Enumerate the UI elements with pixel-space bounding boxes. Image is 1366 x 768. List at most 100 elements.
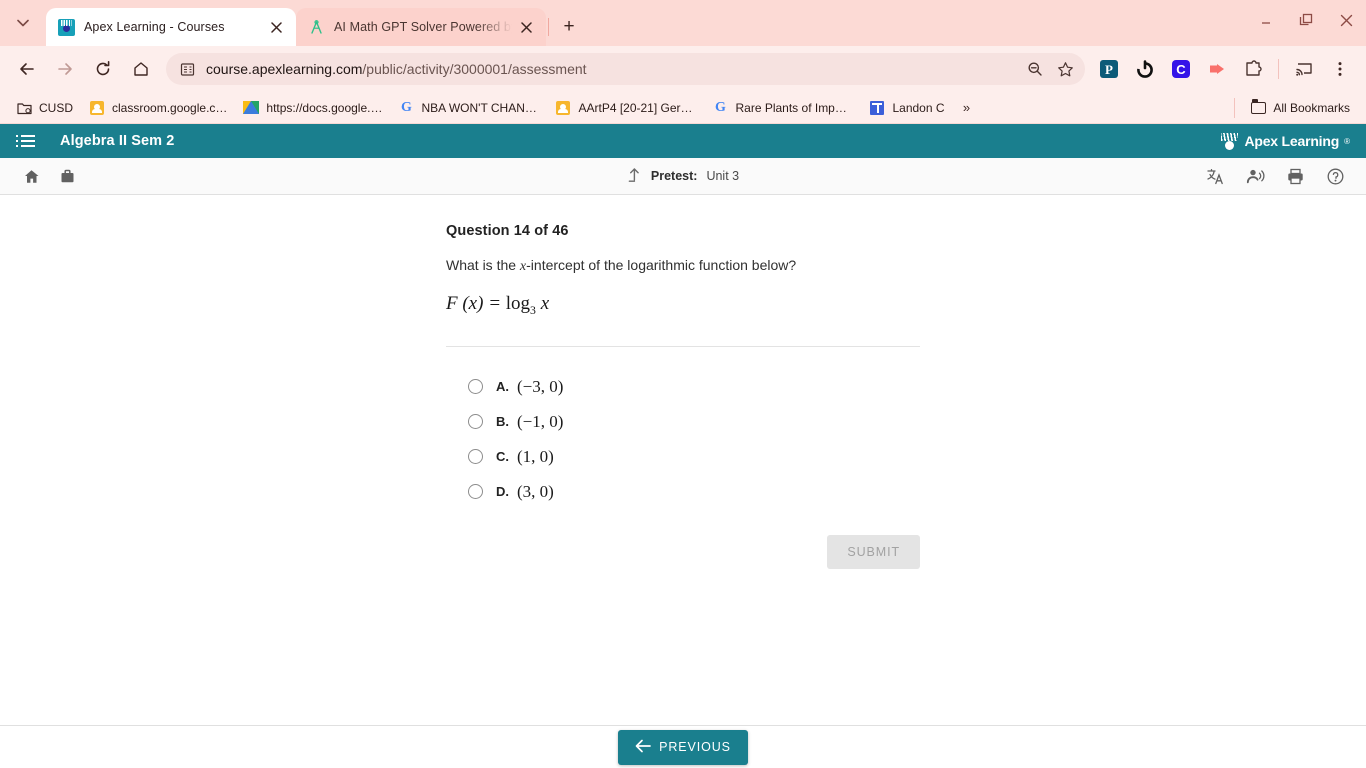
translate-icon[interactable] [1202,163,1228,189]
google-drive-icon [243,100,260,116]
forward-button[interactable] [49,53,81,85]
print-icon[interactable] [1282,163,1308,189]
left-arrow-icon [635,739,651,756]
new-tab-button[interactable]: + [555,13,583,41]
cast-icon[interactable] [1289,54,1319,84]
choice-b[interactable]: B. (−1, 0) [446,404,920,439]
choice-c[interactable]: C. (1, 0) [446,439,920,474]
page-info-icon[interactable] [178,60,196,78]
tab-apex-learning[interactable]: Apex Learning - Courses [46,8,296,46]
choice-letter: D. [496,484,509,500]
apex-activity-bar: Pretest: Unit 3 [0,158,1366,195]
choice-d[interactable]: D. (3, 0) [446,474,920,509]
all-bookmarks-button[interactable]: All Bookmarks [1242,96,1358,120]
formula-lhs: F (x) = [446,293,502,315]
power-extension-icon[interactable] [1130,54,1160,84]
tab-ai-math-gpt[interactable]: AI Math GPT Solver Powered by [296,8,546,46]
prompt-part-1: What is the [446,257,520,273]
tab-close-icon[interactable] [266,17,286,37]
tab-search-button[interactable] [0,3,46,43]
reload-icon [96,61,110,76]
help-icon[interactable] [1322,163,1348,189]
bookmark-item[interactable]: Landon C [861,96,952,120]
bookmark-item[interactable]: G NBA WON'T CHANG… [390,96,547,120]
tab-title: Apex Learning - Courses [84,20,225,34]
apex-learning-logo: Apex Learning ® [1220,132,1350,150]
zoom-out-icon[interactable] [1021,55,1049,83]
content-divider [446,346,920,348]
bookmark-label: NBA WON'T CHANG… [421,100,540,115]
briefcase-icon[interactable] [54,163,80,189]
breadcrumb-label: Pretest: [650,169,698,183]
formula-argument: x [540,293,550,315]
home-icon[interactable] [18,163,44,189]
bookmarks-bar: CUSD classroom.google.c… https://docs.go… [0,92,1366,124]
svg-text:C: C [1176,62,1186,77]
choice-a[interactable]: A. (−3, 0) [446,369,920,404]
choice-letter: C. [496,449,509,465]
google-classroom-icon [555,100,571,116]
svg-text:P: P [1105,62,1113,77]
url-text: course.apexlearning.com/public/activity/… [206,61,1019,77]
assessment-content: Question 14 of 46 What is the x -intercep… [0,195,1366,725]
bookmark-star-icon[interactable] [1051,55,1079,83]
home-button[interactable] [125,53,157,85]
tab-strip: Apex Learning - Courses AI Math GPT Solv… [0,0,1366,46]
assessment-footer: PREVIOUS [0,725,1366,768]
bookmark-item[interactable]: G Rare Plants of Impe… [704,96,861,120]
c-extension-icon[interactable]: C [1166,54,1196,84]
bookmark-item[interactable]: classroom.google.c… [81,96,235,120]
question-formula: F (x) = log3 x [446,293,920,318]
address-bar[interactable]: course.apexlearning.com/public/activity/… [166,53,1085,85]
page-viewport: Algebra II Sem 2 Apex Learning ® Pretest… [0,124,1366,768]
bookmark-label: CUSD [39,100,74,115]
browser-toolbar: course.apexlearning.com/public/activity/… [0,46,1366,92]
play-extension-icon[interactable] [1202,54,1232,84]
pearson-extension-icon[interactable]: P [1094,54,1124,84]
up-arrow-icon[interactable] [627,167,642,186]
bookmark-item[interactable]: AArtP4 [20-21] Gerh… [547,96,704,120]
google-icon: G [401,99,412,115]
window-controls [1246,0,1366,40]
close-button[interactable] [1326,0,1366,40]
toolbar-separator [1278,59,1279,79]
apex-logo-tm: ® [1344,136,1350,146]
maximize-button[interactable] [1286,0,1326,40]
home-icon [134,62,148,76]
tab-close-icon[interactable] [516,17,536,37]
three-dot-menu-icon[interactable] [1325,54,1355,84]
radio-button-c[interactable] [468,449,483,465]
bookmark-label: Rare Plants of Impe… [735,100,854,115]
hamburger-menu-icon[interactable] [16,130,38,152]
formula-log: log [505,293,531,315]
bookmark-label: https://docs.google.… [266,100,383,115]
reload-button[interactable] [87,53,119,85]
read-aloud-icon[interactable] [1242,163,1268,189]
folder-icon [1250,98,1266,116]
prompt-part-2: -intercept of the logarithmic function b… [526,257,797,273]
answer-choices: A. (−3, 0) B. (−1, 0) C. (1, 0) D. (3, 0… [446,369,920,509]
radio-button-d[interactable] [468,484,483,500]
submit-button[interactable]: SUBMIT [827,535,920,570]
back-arrow-icon [20,63,34,75]
previous-button[interactable]: PREVIOUS [618,729,748,765]
breadcrumb-value: Unit 3 [706,169,740,183]
radio-button-a[interactable] [468,379,483,395]
question-number: Question 14 of 46 [446,223,569,239]
bookmark-item[interactable]: https://docs.google.… [235,96,390,120]
all-bookmarks-label: All Bookmarks [1273,100,1350,115]
url-domain: course.apexlearning.com [206,61,363,77]
bookmarks-overflow-button[interactable]: » [953,96,981,120]
radio-button-b[interactable] [468,414,483,430]
activity-bar-right [1202,163,1348,189]
url-path: /public/activity/3000001/assessment [362,61,587,77]
bookmark-label: AArtP4 [20-21] Gerh… [578,100,697,115]
formula-base: 3 [530,304,536,318]
back-button[interactable] [11,53,43,85]
bookmark-item[interactable]: CUSD [8,96,81,120]
activity-bar-left [18,163,80,189]
tab-title: AI Math GPT Solver Powered by [334,20,512,34]
minimize-button[interactable] [1246,0,1286,40]
bookmarks-separator [1234,97,1236,118]
extensions-puzzle-icon[interactable] [1238,54,1268,84]
